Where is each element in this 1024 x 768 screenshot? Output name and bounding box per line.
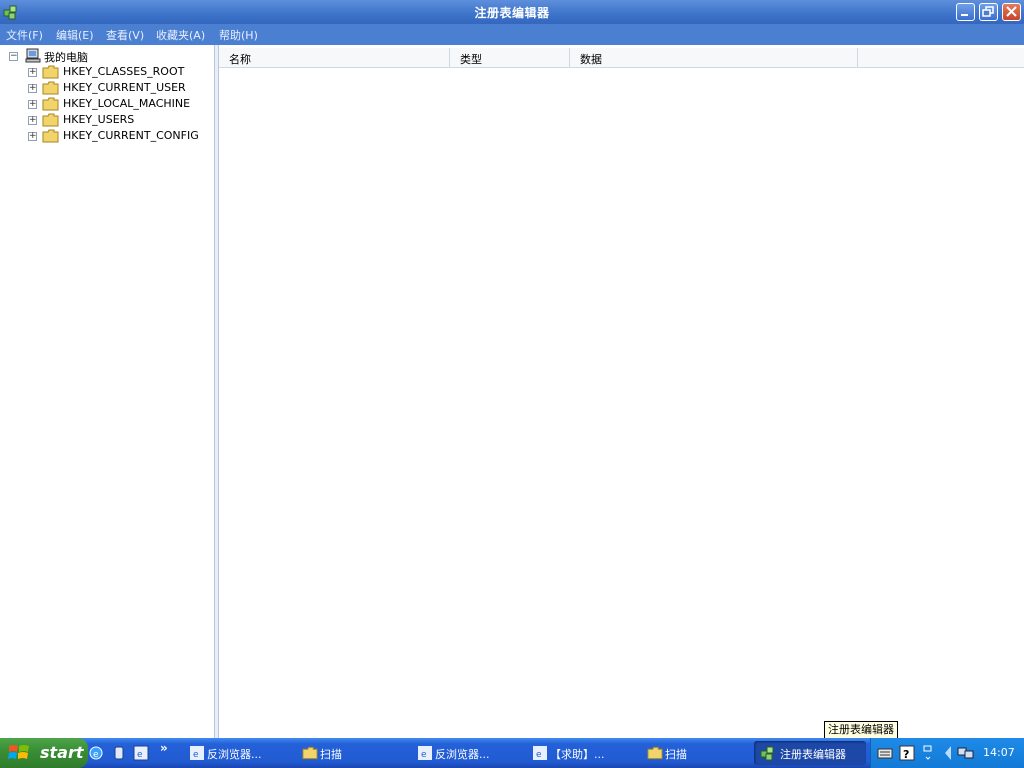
taskbar: start e e » e 反浏览器... 扫描 e 反浏览器... e 【求助…	[0, 738, 1024, 768]
title-bar[interactable]: 注册表编辑器	[0, 0, 1024, 24]
menu-bar: 文件(F) 编辑(E) 查看(V) 收藏夹(A) 帮助(H)	[0, 24, 1024, 45]
column-header-data[interactable]: 数据	[570, 48, 858, 67]
folder-icon	[42, 97, 59, 111]
tree-label: HKEY_LOCAL_MACHINE	[63, 97, 191, 110]
folder-icon	[42, 65, 59, 79]
media-player-icon[interactable]	[111, 745, 127, 761]
menu-file[interactable]: 文件(F)	[6, 27, 43, 43]
tree-label: HKEY_CURRENT_CONFIG	[63, 129, 199, 142]
folder-icon	[42, 113, 59, 127]
svg-text:e: e	[536, 750, 542, 760]
value-list-pane[interactable]: 名称 类型 数据	[219, 45, 1024, 738]
start-button[interactable]: start	[0, 738, 88, 768]
tree-label: HKEY_CURRENT_USER	[63, 81, 186, 94]
menu-view[interactable]: 查看(V)	[106, 27, 144, 43]
key-tree-pane[interactable]: − 我的电脑 + HKEY_CLASSES_ROOT + HKEY_CURREN…	[0, 45, 215, 738]
help-icon[interactable]: ?	[899, 745, 915, 761]
list-header: 名称 类型 数据	[219, 48, 1024, 68]
folder-icon	[302, 746, 318, 760]
collapse-tray-icon[interactable]	[943, 745, 953, 761]
tree-item-hkey-current-user[interactable]: + HKEY_CURRENT_USER	[0, 80, 214, 96]
minimize-button[interactable]	[956, 3, 975, 21]
computer-icon	[25, 48, 41, 63]
windows-logo-icon	[8, 745, 29, 759]
column-header-name[interactable]: 名称	[219, 48, 450, 67]
tree-label: HKEY_CLASSES_ROOT	[63, 65, 185, 78]
restore-button[interactable]	[979, 3, 998, 21]
window-title: 注册表编辑器	[474, 6, 550, 20]
tree-root-label: 我的电脑	[44, 51, 88, 64]
svg-text:e: e	[421, 750, 427, 760]
tree-item-hkey-users[interactable]: + HKEY_USERS	[0, 112, 214, 128]
restore-icon	[982, 6, 994, 17]
taskbar-tooltip: 注册表编辑器	[824, 721, 898, 739]
minimize-icon	[961, 14, 968, 16]
clock[interactable]: 14:07	[983, 746, 1015, 759]
folder-icon	[647, 746, 663, 760]
svg-text:?: ?	[903, 748, 909, 761]
browser-icon: e	[418, 746, 432, 760]
close-icon	[1006, 6, 1017, 17]
expand-icon[interactable]: +	[28, 100, 37, 109]
system-tray: ? 14:07	[870, 738, 1024, 768]
taskbar-button-active[interactable]: 注册表编辑器	[754, 741, 866, 765]
quick-launch-chevron-icon[interactable]: »	[160, 741, 168, 755]
tray-window-icon[interactable]	[921, 745, 935, 761]
folder-icon	[42, 81, 59, 95]
tree-item-root[interactable]: − 我的电脑	[0, 48, 214, 64]
tree-item-hkey-classes-root[interactable]: + HKEY_CLASSES_ROOT	[0, 64, 214, 80]
close-button[interactable]	[1002, 3, 1021, 21]
menu-edit[interactable]: 编辑(E)	[56, 27, 94, 43]
menu-favorites[interactable]: 收藏夹(A)	[156, 27, 205, 43]
folder-icon	[42, 129, 59, 143]
column-header-type[interactable]: 类型	[450, 48, 570, 67]
tree-label: HKEY_USERS	[63, 113, 135, 126]
tree-item-hkey-local-machine[interactable]: + HKEY_LOCAL_MACHINE	[0, 96, 214, 112]
svg-text:e: e	[137, 750, 143, 760]
ie-shortcut-icon[interactable]: e	[133, 745, 149, 761]
registry-editor-icon	[760, 746, 774, 761]
menu-help[interactable]: 帮助(H)	[219, 27, 258, 43]
browser-icon: e	[533, 746, 547, 760]
start-label: start	[40, 743, 84, 762]
keyboard-icon[interactable]	[877, 745, 893, 761]
svg-text:e: e	[193, 750, 199, 760]
expand-icon[interactable]: +	[28, 84, 37, 93]
expand-icon[interactable]: +	[28, 132, 37, 141]
collapse-icon[interactable]: −	[9, 52, 18, 61]
expand-icon[interactable]: +	[28, 116, 37, 125]
browser-icon: e	[190, 746, 204, 760]
network-icon[interactable]	[957, 745, 975, 761]
expand-icon[interactable]: +	[28, 68, 37, 77]
internet-explorer-icon[interactable]: e	[88, 745, 104, 761]
svg-text:e: e	[93, 750, 99, 760]
tree-item-hkey-current-config[interactable]: + HKEY_CURRENT_CONFIG	[0, 128, 214, 144]
